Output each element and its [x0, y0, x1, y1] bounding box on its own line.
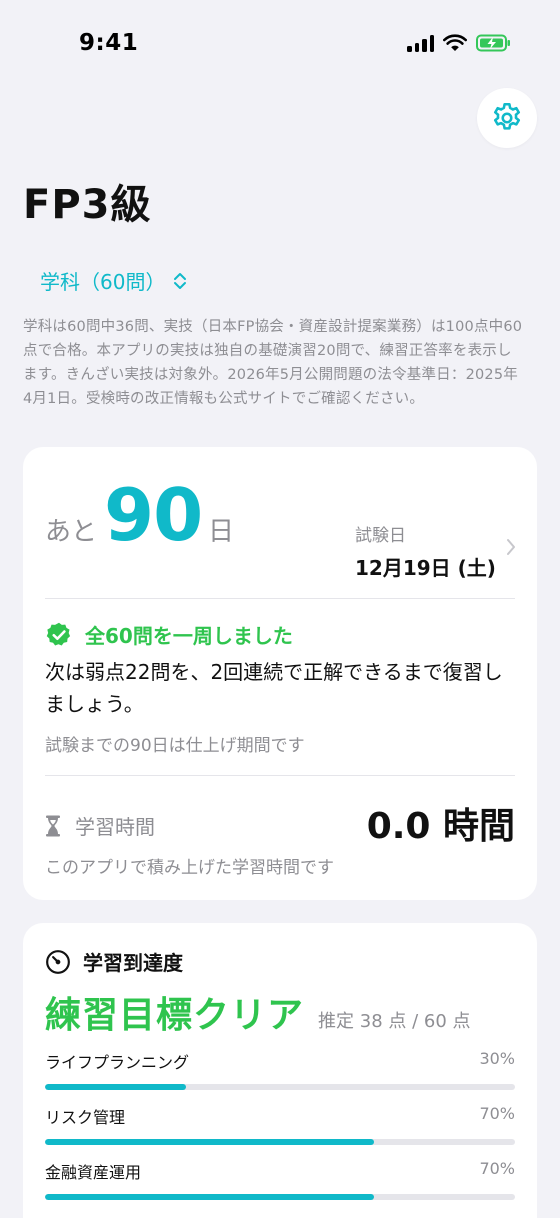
- progress-header: 学習到達度: [45, 947, 183, 976]
- category-name: 金融資産運用: [45, 1163, 142, 1182]
- category-percent: 30%: [479, 1049, 515, 1068]
- settings-button[interactable]: [477, 88, 537, 148]
- app-screen: 9:41 FP3級 学科（60問） 学科は60問中36問、実技（日本FP協会・資…: [0, 0, 560, 1218]
- category-percent: 70%: [479, 1104, 515, 1123]
- exam-date-value: 12月19日 (土): [355, 556, 496, 580]
- exam-date-label: 試験日: [355, 526, 406, 546]
- category-progress-fill: [45, 1194, 374, 1200]
- goal-row: 練習目標クリア 推定 38 点 / 60 点: [45, 986, 471, 1038]
- completion-status: 全60問を一周しました: [45, 620, 293, 649]
- study-time-value: 0.0 時間: [366, 806, 515, 847]
- divider: [45, 598, 515, 599]
- study-time-label: 学習時間: [75, 815, 155, 839]
- gauge-icon: [46, 949, 70, 974]
- status-icons: [407, 34, 512, 52]
- hourglass-icon: [46, 815, 60, 836]
- chevron-right-icon[interactable]: [505, 537, 517, 557]
- category-progress-fill: [45, 1084, 186, 1090]
- category-row: ライフプランニング 30%: [45, 1049, 515, 1093]
- page-title: FP3級: [23, 182, 152, 228]
- category-name: リスク管理: [45, 1108, 126, 1127]
- status-time: 9:41: [79, 30, 139, 56]
- category-progress-fill: [45, 1139, 374, 1145]
- category-name: ライフプランニング: [45, 1053, 190, 1072]
- divider: [45, 775, 515, 776]
- check-badge-icon: [46, 622, 71, 645]
- exam-date-button[interactable]: 試験日 12月19日 (土): [355, 521, 496, 581]
- gear-icon: [493, 102, 521, 130]
- days-remaining: 90: [104, 473, 203, 557]
- progress-card[interactable]: 学習到達度 練習目標クリア 推定 38 点 / 60 点 ライフプランニング 3…: [23, 923, 537, 1218]
- battery-charging-icon: [476, 34, 510, 52]
- category-percent: 70%: [479, 1159, 515, 1178]
- exam-type-selector[interactable]: 学科（60問）: [40, 266, 187, 295]
- goal-status: 練習目標クリア: [45, 995, 305, 1036]
- countdown-card: あと 90 日 試験日 12月19日 (土) 全60問を一周しました 次は弱点2…: [23, 447, 537, 900]
- chevron-up-down-icon: [174, 272, 187, 289]
- study-time-note: このアプリで積み上げた学習時間です: [45, 858, 334, 878]
- completion-message: 全60問を一周しました: [85, 624, 293, 648]
- category-row: リスク管理 70%: [45, 1104, 515, 1148]
- wifi-icon: [443, 34, 467, 51]
- category-row: 金融資産運用 70%: [45, 1159, 515, 1203]
- exam-description: 学科は60問中36問、実技（日本FP協会・資産設計提案業務）は100点中60点で…: [23, 319, 523, 407]
- signal-icon: [407, 34, 434, 52]
- countdown-suffix: 日: [208, 517, 235, 547]
- estimated-score: 推定 38 点 / 60 点: [318, 1011, 471, 1032]
- study-time-row: 学習時間: [45, 811, 155, 840]
- period-message: 試験までの90日は仕上げ期間です: [45, 736, 305, 756]
- category-progress-bar: [45, 1139, 515, 1145]
- progress-title: 学習到達度: [83, 951, 183, 975]
- next-step-message: 次は弱点22問を、2回連続で正解できるまで復習しましょう。: [45, 660, 503, 716]
- exam-type-label: 学科（60問）: [40, 270, 166, 294]
- status-bar: 9:41: [0, 0, 560, 92]
- countdown-prefix: あと: [45, 517, 98, 547]
- category-progress-bar: [45, 1084, 515, 1090]
- category-progress-bar: [45, 1194, 515, 1200]
